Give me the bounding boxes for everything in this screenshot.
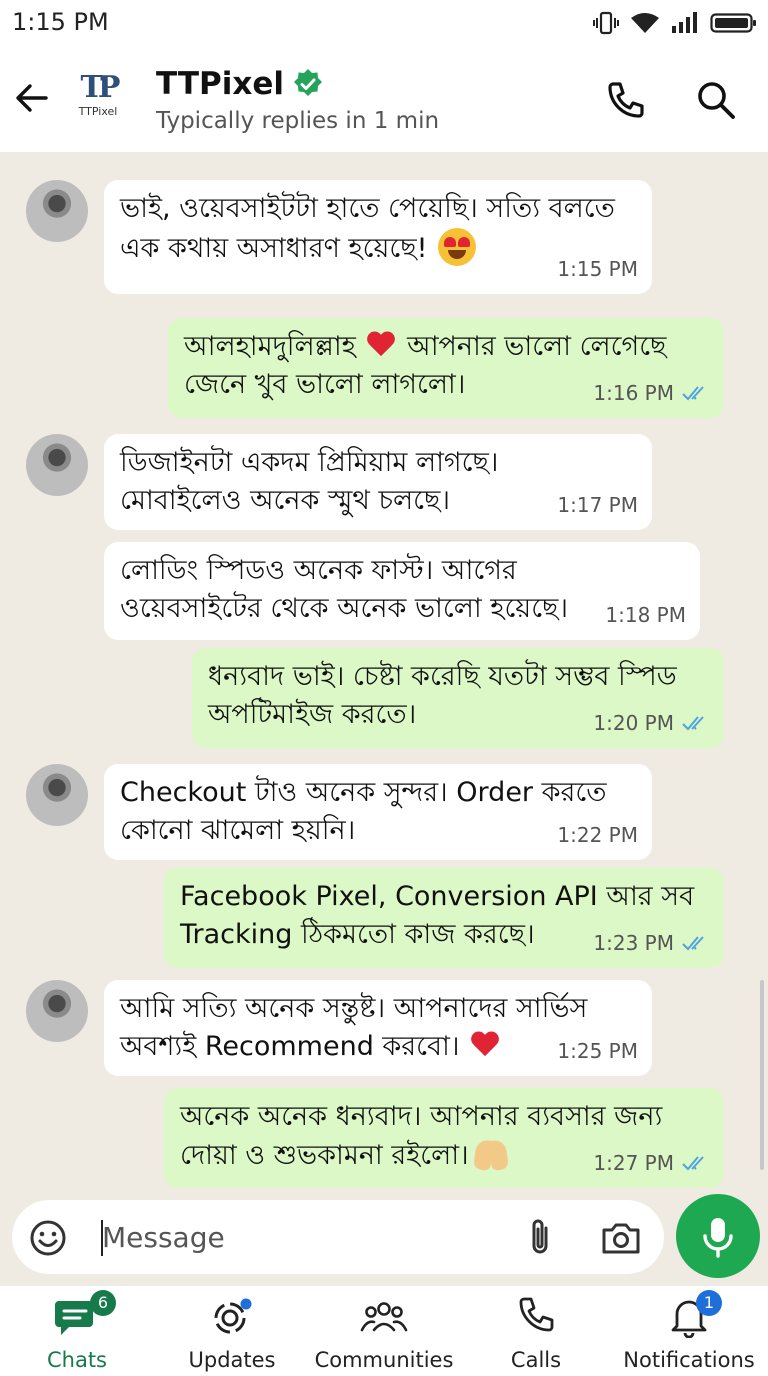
- message-time: 1:18 PM: [605, 603, 686, 627]
- emoji-picker-icon[interactable]: [28, 1218, 68, 1258]
- nav-chats-label: Chats: [46, 1348, 108, 1372]
- updates-icon: [214, 1298, 252, 1334]
- notifications-badge: 1: [696, 1290, 722, 1316]
- verified-badge-icon: [294, 69, 322, 96]
- read-receipt-icon: [682, 716, 704, 731]
- voice-call-icon[interactable]: [604, 78, 648, 122]
- message-text-line: অনেক অনেক ধন্যবাদ। আপনার ব্যবসার জন্য: [180, 1101, 663, 1132]
- message-meta: 1:17 PM: [557, 486, 638, 524]
- red-heart-emoji-icon: [366, 332, 396, 359]
- camera-icon[interactable]: [600, 1218, 642, 1258]
- nav-chats[interactable]: 6 Chats: [22, 1290, 132, 1374]
- message-bubble-incoming[interactable]: লোডিং স্পিডও অনেক ফাস্ট। আগের ওয়েবসাইটে…: [104, 542, 700, 640]
- message-meta: 1:23 PM: [593, 924, 710, 962]
- search-icon[interactable]: [694, 78, 738, 122]
- message-bubble-outgoing[interactable]: ধন্যবাদ ভাই। চেষ্টা করেছি যতটা সম্ভব স্প…: [192, 648, 724, 748]
- message-bubble-outgoing[interactable]: অনেক অনেক ধন্যবাদ। আপনার ব্যবসার জন্য দো…: [164, 1088, 724, 1188]
- message-time: 1:23 PM: [593, 931, 674, 955]
- nav-notifications[interactable]: 1 Notifications: [616, 1290, 762, 1374]
- contact-name-row[interactable]: TTPixel: [156, 66, 324, 102]
- nav-updates-label: Updates: [188, 1348, 276, 1372]
- microphone-icon: [703, 1218, 733, 1258]
- message-time: 1:27 PM: [593, 1151, 674, 1175]
- message-meta: 1:16 PM: [593, 374, 710, 412]
- message-bubble-incoming[interactable]: ভাই, ওয়েবসাইটটা হাতে পেয়েছি। সত্যি বলত…: [104, 180, 652, 294]
- chat-header: TP TTPixel TTPixel Typically replies in …: [0, 48, 768, 152]
- message-time: 1:22 PM: [557, 823, 638, 847]
- message-time: 1:16 PM: [593, 381, 674, 405]
- calls-icon: [519, 1297, 554, 1332]
- message-text-line: Checkout টাও অনেক সুন্দর। Order করতে: [120, 777, 607, 808]
- sender-avatar[interactable]: [26, 180, 88, 242]
- read-receipt-icon: [682, 386, 704, 401]
- logo-mark-text: TP: [80, 70, 121, 105]
- nav-notifications-label: Notifications: [623, 1348, 755, 1372]
- message-time: 1:15 PM: [557, 257, 638, 281]
- logo-mark: TP: [66, 72, 130, 104]
- message-text-line: আলহামদুলিল্লাহ আপনার ভালো লেগেছে: [184, 331, 667, 362]
- logo-caption: TTPixel: [78, 105, 118, 118]
- nav-communities[interactable]: Communities: [312, 1292, 456, 1374]
- message-input[interactable]: [102, 1214, 512, 1260]
- message-bubble-incoming[interactable]: Checkout টাও অনেক সুন্দর। Order করতে কোন…: [104, 764, 652, 860]
- message-text-line: ভাই, ওয়েবসাইটটা হাতে পেয়েছি। সত্যি বলত…: [120, 193, 615, 224]
- message-bubble-outgoing[interactable]: Facebook Pixel, Conversion API আর সব Tra…: [164, 868, 724, 968]
- folded-hands-emoji-icon: [473, 1136, 509, 1170]
- status-bar: 1:15 PM: [0, 0, 768, 48]
- message-text-line: Facebook Pixel, Conversion API আর সব: [180, 881, 695, 912]
- message-bubble-incoming[interactable]: ডিজাইনটা একদম প্রিমিয়াম লাগছে। মোবাইলেও…: [104, 434, 652, 530]
- status-icons: [592, 10, 758, 36]
- contact-avatar-logo[interactable]: TP TTPixel: [66, 72, 130, 128]
- heart-eyes-emoji-icon: [438, 228, 477, 266]
- nav-updates[interactable]: Updates: [176, 1292, 288, 1374]
- contact-name[interactable]: TTPixel: [156, 66, 284, 102]
- message-bubble-incoming[interactable]: আমি সত্যি অনেক সন্তুষ্ট। আপনাদের সার্ভিস…: [104, 980, 652, 1076]
- message-text-line-2: ওয়েবসাইটের থেকে অনেক ভালো হয়েছে।: [120, 593, 569, 624]
- message-time: 1:25 PM: [557, 1039, 638, 1063]
- message-list[interactable]: ভাই, ওয়েবসাইটটা হাতে পেয়েছি। সত্যি বলত…: [0, 152, 768, 1200]
- voice-record-button[interactable]: [676, 1194, 760, 1278]
- chats-unread-badge: 6: [90, 1290, 116, 1316]
- message-time: 1:20 PM: [593, 711, 674, 735]
- bottom-navigation: 6 Chats Updates Communities Calls 1 Noti…: [0, 1286, 768, 1376]
- vibrate-icon: [593, 11, 619, 35]
- signal-icon: [672, 12, 697, 33]
- message-bubble-outgoing[interactable]: আলহামদুলিল্লাহ আপনার ভালো লেগেছে জেনে খু…: [168, 318, 724, 418]
- chat-scrollbar[interactable]: [760, 980, 764, 1170]
- message-time: 1:17 PM: [557, 493, 638, 517]
- message-text-line: ডিজাইনটা একদম প্রিমিয়াম লাগছে।: [120, 447, 499, 478]
- message-text-line: আমি সত্যি অনেক সন্তুষ্ট। আপনাদের সার্ভিস: [120, 993, 588, 1024]
- contact-status: Typically replies in 1 min: [156, 108, 440, 134]
- message-text-line: ধন্যবাদ ভাই। চেষ্টা করেছি যতটা সম্ভব স্প…: [208, 661, 677, 692]
- composer-bar: [12, 1200, 664, 1274]
- message-meta: 1:22 PM: [557, 816, 638, 854]
- message-text-line: লোডিং স্পিডও অনেক ফাস্ট। আগের: [120, 555, 517, 586]
- sender-avatar[interactable]: [26, 980, 88, 1042]
- message-meta: 1:27 PM: [593, 1144, 710, 1182]
- communities-icon: [360, 1302, 408, 1332]
- nav-calls[interactable]: Calls: [494, 1292, 578, 1374]
- message-meta: 1:15 PM: [557, 250, 638, 288]
- status-time: 1:15 PM: [12, 8, 109, 36]
- sender-avatar[interactable]: [26, 764, 88, 826]
- nav-calls-label: Calls: [510, 1348, 562, 1372]
- read-receipt-icon: [682, 936, 704, 951]
- battery-icon: [710, 13, 756, 33]
- back-arrow-icon[interactable]: [12, 78, 52, 118]
- read-receipt-icon: [682, 1156, 704, 1171]
- message-meta: 1:20 PM: [593, 704, 710, 742]
- wifi-icon: [631, 13, 659, 33]
- sender-avatar[interactable]: [26, 434, 88, 496]
- nav-communities-label: Communities: [314, 1348, 454, 1372]
- red-heart-emoji-icon: [470, 1032, 500, 1059]
- message-meta: 1:25 PM: [557, 1032, 638, 1070]
- attach-icon[interactable]: [522, 1216, 558, 1260]
- message-meta: 1:18 PM: [605, 596, 686, 634]
